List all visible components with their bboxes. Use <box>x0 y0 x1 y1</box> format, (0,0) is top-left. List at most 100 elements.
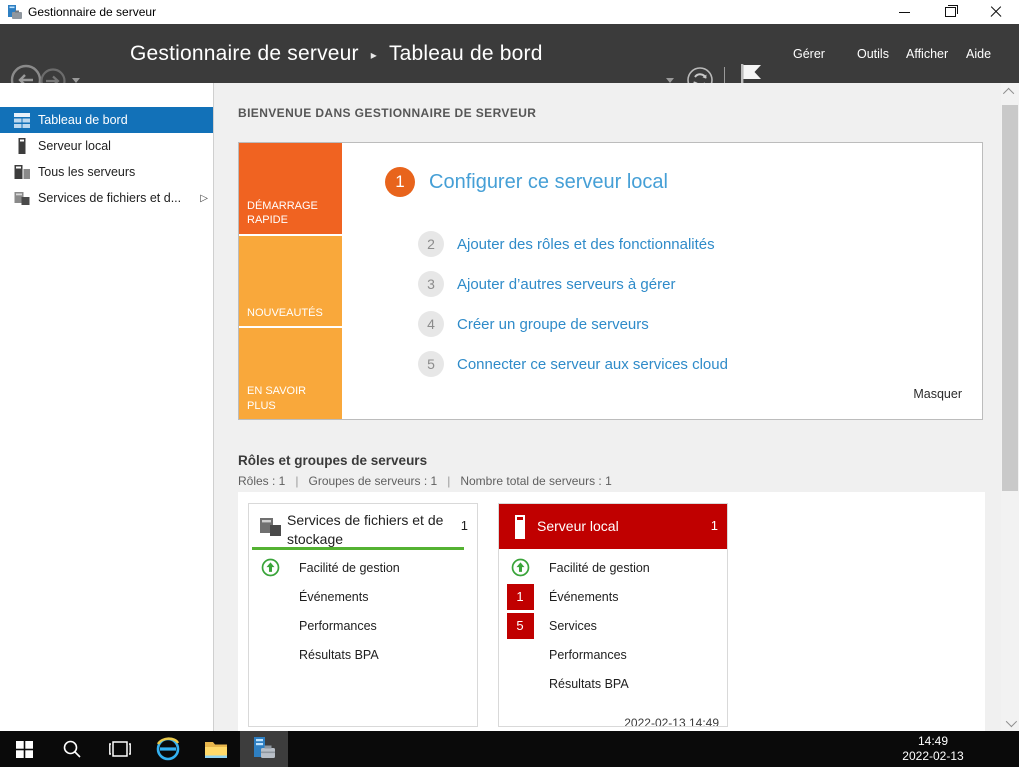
tile-row-resultats-bpa[interactable]: Résultats BPA <box>249 640 477 669</box>
roles-section-title: Rôles et groupes de serveurs <box>238 453 428 468</box>
summary-separator: | <box>295 474 299 488</box>
hide-welcome-link[interactable]: Masquer <box>913 387 962 401</box>
tile-services-fichiers-stockage: Services de fichiers et de stockage 1 Fa… <box>248 503 478 727</box>
tile-count: 1 <box>710 518 718 533</box>
search-button[interactable] <box>48 731 96 767</box>
sidebar-item-serveur-local[interactable]: Serveur local <box>0 133 213 159</box>
file-explorer-icon <box>205 742 227 758</box>
tile-row-performances[interactable]: Performances <box>499 640 727 669</box>
services-alert-badge[interactable]: 5 <box>506 612 534 639</box>
quickstart-link-connect-cloud[interactable]: Connecter ce serveur aux services cloud <box>457 351 728 377</box>
dashboard-icon <box>14 113 30 128</box>
events-alert-badge[interactable]: 1 <box>506 583 534 610</box>
chevron-up-icon <box>1002 87 1015 99</box>
breadcrumb-separator-icon: ▸ <box>370 47 377 62</box>
sidebar-item-services-de-fichiers[interactable]: Services de fichiers et d... ▷ <box>0 185 213 211</box>
tile-row-evenements[interactable]: 1 Événements <box>499 582 727 611</box>
file-explorer-button[interactable] <box>192 731 240 767</box>
breadcrumb-current[interactable]: Tableau de bord <box>389 42 543 66</box>
tile-row-facilite-gestion[interactable]: Facilité de gestion <box>249 553 477 582</box>
scrollbar-thumb[interactable] <box>1002 105 1018 491</box>
minimize-icon <box>898 11 910 13</box>
sidebar-item-tous-les-serveurs[interactable]: Tous les serveurs <box>0 159 213 185</box>
tile-header-alert: Serveur local 1 <box>499 504 727 549</box>
task-view-button[interactable] <box>96 731 144 767</box>
vertical-scrollbar[interactable] <box>1001 83 1019 731</box>
row-label[interactable]: Résultats BPA <box>549 669 629 698</box>
sidebar-item-label: Tous les serveurs <box>38 165 136 179</box>
sidebar-item-label: Services de fichiers et d... <box>38 191 182 205</box>
tile-row-resultats-bpa[interactable]: Résultats BPA <box>499 669 727 698</box>
restore-button[interactable] <box>927 0 973 24</box>
clock[interactable]: 14:49 2022-02-13 <box>898 731 968 767</box>
expand-arrow-icon[interactable]: ▷ <box>200 193 208 204</box>
internet-explorer-icon <box>156 737 180 761</box>
row-label[interactable]: Événements <box>299 582 368 611</box>
total-servers-count: Nombre total de serveurs : 1 <box>460 474 612 488</box>
tile-row-performances[interactable]: Performances <box>249 611 477 640</box>
sidebar-item-label: Serveur local <box>38 139 111 153</box>
tile-title[interactable]: Serveur local <box>537 517 707 536</box>
menu-aide[interactable]: Aide <box>966 24 991 83</box>
row-label[interactable]: Performances <box>549 640 627 669</box>
close-icon <box>990 6 1002 18</box>
minimize-button[interactable] <box>881 0 927 24</box>
scroll-up-button[interactable] <box>1001 83 1019 100</box>
quickstart-step-number: 2 <box>418 231 444 257</box>
screen: Gestionnaire de serveur Gestionnaire de … <box>0 0 1019 767</box>
file-services-icon <box>14 192 30 205</box>
breadcrumb: Gestionnaire de serveur ▸ Tableau de bor… <box>130 24 543 83</box>
quickstart-link-configure-local-server[interactable]: Configurer ce serveur local <box>429 167 668 197</box>
menu-afficher[interactable]: Afficher <box>906 24 948 83</box>
tile-title[interactable]: Services de fichiers et de stockage <box>287 511 445 549</box>
chevron-down-icon <box>1005 715 1018 727</box>
sidebar-item-label: Tableau de bord <box>38 113 128 127</box>
navigation-bar: Gestionnaire de serveur ▸ Tableau de bor… <box>0 24 1019 96</box>
quickstart-link-create-server-group[interactable]: Créer un groupe de serveurs <box>457 311 649 337</box>
search-icon <box>63 740 81 758</box>
scroll-down-button[interactable] <box>1001 714 1019 731</box>
row-label[interactable]: Événements <box>549 582 618 611</box>
welcome-ribbon: DÉMARRAGE RAPIDE NOUVEAUTÉS EN SAVOIR PL… <box>239 143 342 420</box>
server-manager-taskbar-button[interactable] <box>240 731 288 767</box>
sidebar: Tableau de bord Serveur local Tous les s… <box>0 83 213 731</box>
status-up-arrow-icon <box>511 558 529 577</box>
tile-timestamp: 2022-02-13 14:49 <box>624 716 719 727</box>
quickstart-step-number: 1 <box>385 167 415 197</box>
internet-explorer-button[interactable] <box>144 731 192 767</box>
server-manager-icon <box>254 737 275 758</box>
tile-row-services[interactable]: 5 Services <box>499 611 727 640</box>
quickstart-step-number: 5 <box>418 351 444 377</box>
status-up-arrow-icon <box>261 558 279 577</box>
menu-gerer[interactable]: Gérer <box>793 24 825 83</box>
roles-summary: Rôles : 1 | Groupes de serveurs : 1 | Nombre… <box>238 474 612 488</box>
roles-count: Rôles : 1 <box>238 474 286 488</box>
menu-outils[interactable]: Outils <box>857 24 889 83</box>
tile-serveur-local: Serveur local 1 Facilité de gestion 1 Év… <box>498 503 728 727</box>
windows-logo-icon <box>15 740 33 758</box>
row-label[interactable]: Performances <box>299 611 377 640</box>
server-manager-app-icon <box>8 5 22 19</box>
close-button[interactable] <box>973 0 1019 24</box>
tile-row-evenements[interactable]: Événements <box>249 582 477 611</box>
quickstart-link-add-servers[interactable]: Ajouter d’autres serveurs à gérer <box>457 271 675 297</box>
tray-time: 14:49 <box>917 734 949 748</box>
all-servers-icon <box>14 165 30 179</box>
ribbon-en-savoir-plus[interactable]: EN SAVOIR PLUS <box>239 328 342 420</box>
welcome-tile: DÉMARRAGE RAPIDE NOUVEAUTÉS EN SAVOIR PL… <box>238 142 983 420</box>
tile-row-facilite-gestion[interactable]: Facilité de gestion <box>499 553 727 582</box>
start-button[interactable] <box>0 731 48 767</box>
ribbon-nouveautes[interactable]: NOUVEAUTÉS <box>239 235 342 327</box>
ribbon-demarrage-rapide[interactable]: DÉMARRAGE RAPIDE <box>239 143 342 234</box>
row-label[interactable]: Résultats BPA <box>299 640 379 669</box>
welcome-heading: BIENVENUE DANS GESTIONNAIRE DE SERVEUR <box>238 106 537 120</box>
row-label[interactable]: Facilité de gestion <box>299 553 400 582</box>
breadcrumb-root[interactable]: Gestionnaire de serveur <box>130 42 359 66</box>
sidebar-item-tableau-de-bord[interactable]: Tableau de bord <box>0 107 213 133</box>
main-content: BIENVENUE DANS GESTIONNAIRE DE SERVEUR D… <box>214 83 1001 731</box>
row-label[interactable]: Facilité de gestion <box>549 553 650 582</box>
tile-count: 1 <box>460 518 468 533</box>
window-title: Gestionnaire de serveur <box>28 5 157 19</box>
quickstart-link-add-roles[interactable]: Ajouter des rôles et des fonctionnalités <box>457 231 715 257</box>
row-label[interactable]: Services <box>549 611 597 640</box>
